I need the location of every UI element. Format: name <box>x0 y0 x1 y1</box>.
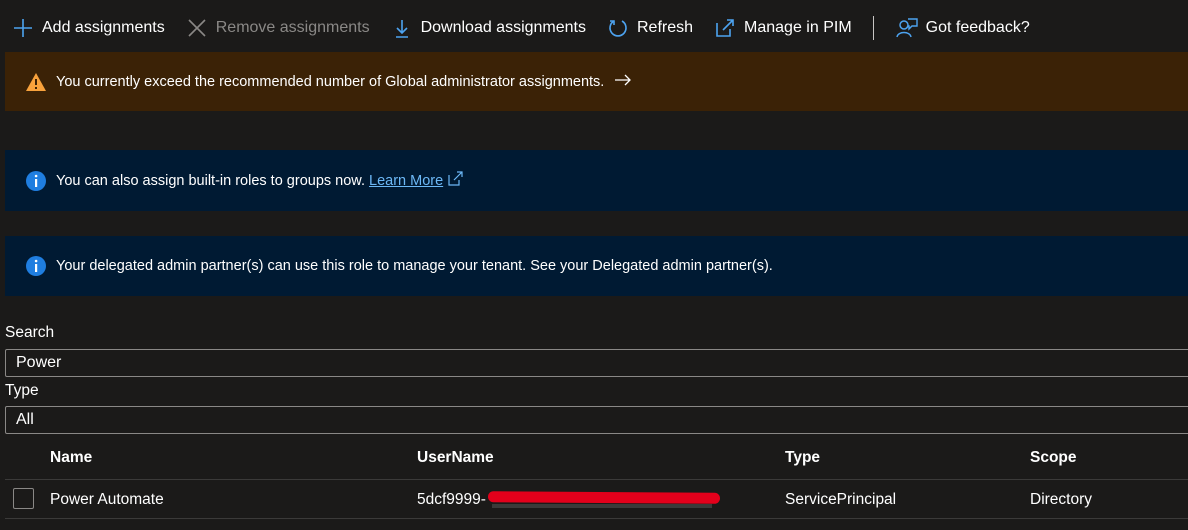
download-assignments-label: Download assignments <box>420 19 586 36</box>
feedback-icon <box>895 17 918 39</box>
delegated-info-text: Your delegated admin partner(s) can use … <box>56 258 773 274</box>
type-label: Type <box>5 382 39 399</box>
manage-in-pim-label: Manage in PIM <box>744 19 852 36</box>
refresh-icon <box>607 17 629 39</box>
external-link-icon[interactable] <box>447 170 463 191</box>
remove-assignments-button[interactable]: Remove assignments <box>174 8 379 48</box>
download-icon <box>391 17 413 39</box>
redaction-mark <box>487 491 721 504</box>
external-link-icon <box>714 17 736 39</box>
search-label: Search <box>5 324 55 341</box>
close-icon <box>186 17 208 39</box>
command-bar: Add assignments Remove assignments Downl… <box>0 8 1039 48</box>
download-assignments-button[interactable]: Download assignments <box>379 8 595 48</box>
add-assignments-button[interactable]: Add assignments <box>0 8 174 48</box>
add-assignments-label: Add assignments <box>42 19 165 36</box>
type-dropdown[interactable]: All <box>5 406 1188 434</box>
got-feedback-label: Got feedback? <box>925 19 1030 36</box>
groups-info-text: You can also assign built-in roles to gr… <box>56 172 365 189</box>
column-header-name[interactable]: Name <box>50 449 92 467</box>
arrow-right-icon[interactable] <box>614 74 632 90</box>
column-header-scope[interactable]: Scope <box>1030 449 1077 467</box>
row-username: 5dcf9999- <box>417 491 486 508</box>
info-icon <box>25 255 47 277</box>
got-feedback-button[interactable]: Got feedback? <box>884 8 1039 48</box>
warning-icon <box>25 71 47 93</box>
warning-text: You currently exceed the recommended num… <box>56 73 605 90</box>
row-checkbox[interactable] <box>13 488 34 509</box>
row-scope: Directory <box>1030 491 1093 508</box>
remove-assignments-label: Remove assignments <box>215 19 370 36</box>
table-row-divider <box>5 518 1188 519</box>
global-admin-warning-banner[interactable]: You currently exceed the recommended num… <box>5 52 1188 111</box>
search-input[interactable]: Power <box>5 349 1188 377</box>
learn-more-link[interactable]: Learn More <box>369 173 443 189</box>
table-header-divider <box>5 479 1188 480</box>
row-type: ServicePrincipal <box>785 491 897 508</box>
toolbar-divider <box>872 16 874 40</box>
groups-info-banner: You can also assign built-in roles to gr… <box>5 150 1188 211</box>
column-header-type[interactable]: Type <box>785 449 820 467</box>
refresh-label: Refresh <box>637 19 694 36</box>
delegated-admin-info-banner: Your delegated admin partner(s) can use … <box>5 236 1188 296</box>
refresh-button[interactable]: Refresh <box>595 8 702 48</box>
plus-icon <box>12 17 34 39</box>
info-icon <box>25 170 47 192</box>
row-name[interactable]: Power Automate <box>50 491 164 509</box>
manage-in-pim-button[interactable]: Manage in PIM <box>702 8 861 48</box>
redacted-text <box>492 504 712 508</box>
column-header-username[interactable]: UserName <box>417 449 494 467</box>
